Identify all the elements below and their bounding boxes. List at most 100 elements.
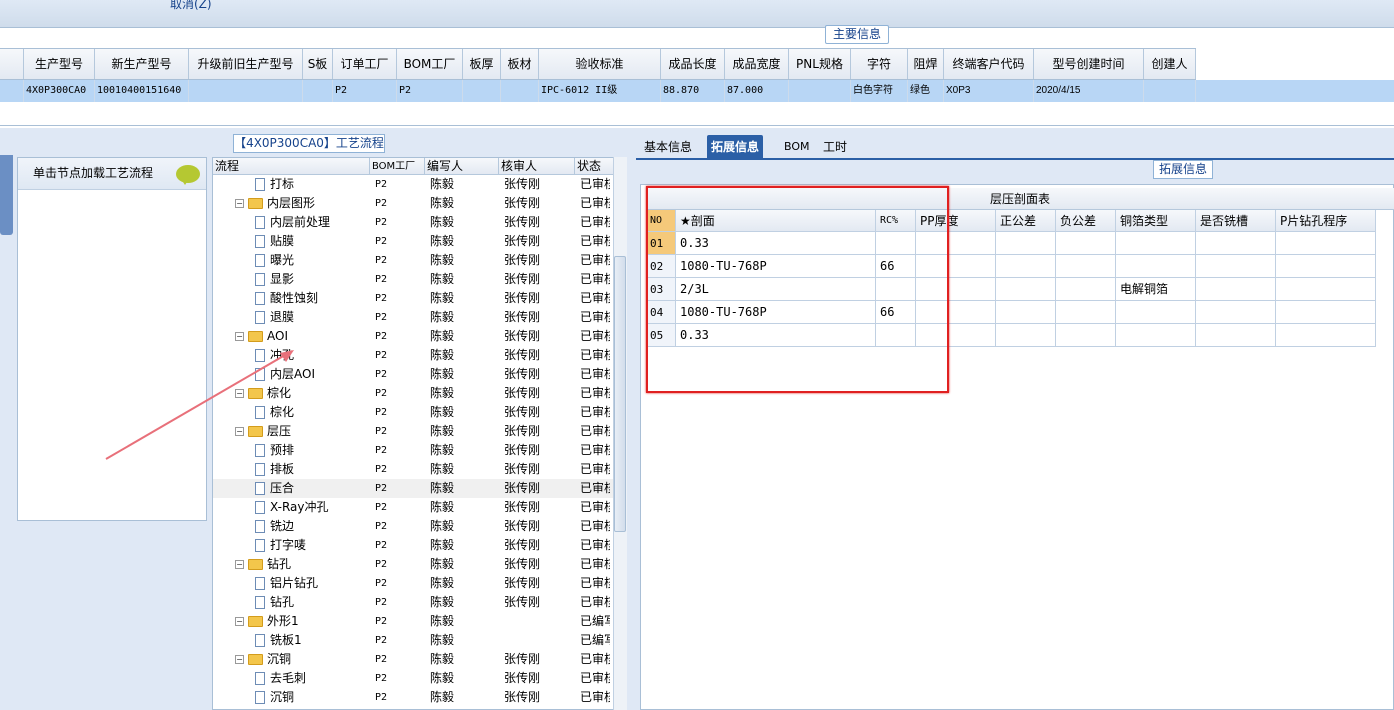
collapse-icon[interactable]: − — [235, 332, 244, 341]
main-cell[interactable]: P2 — [333, 80, 397, 102]
tree-node[interactable]: 曝光 — [255, 251, 294, 270]
main-col-header[interactable]: 验收标准 — [539, 49, 661, 79]
main-cell[interactable]: IPC-6012 II级 — [539, 80, 661, 102]
tree-row[interactable]: 铝片钻孔 P2 陈毅 张传刚 已审核 — [213, 574, 613, 593]
tree-row[interactable]: 打字唛 P2 陈毅 张传刚 已审核 — [213, 536, 613, 555]
main-cell[interactable]: 绿色 — [908, 80, 944, 102]
grid-cell[interactable] — [1116, 301, 1196, 324]
tree-row[interactable]: 曝光 P2 陈毅 张传刚 已审核 — [213, 251, 613, 270]
collapse-icon[interactable]: − — [235, 560, 244, 569]
tree-row[interactable]: 压合 P2 陈毅 张传刚 已审核 — [213, 479, 613, 498]
tree-row[interactable]: − 沉铜 P2 陈毅 张传刚 已审核 — [213, 650, 613, 669]
tree-node[interactable]: 钻孔 — [255, 593, 294, 612]
tree-row[interactable]: 酸性蚀刻 P2 陈毅 张传刚 已审核 — [213, 289, 613, 308]
tree-node[interactable]: 铣板1 — [255, 631, 302, 650]
speech-bubble-icon[interactable] — [176, 165, 200, 185]
main-col-header[interactable]: PNL规格 — [789, 49, 851, 79]
tree-row[interactable]: 钻孔 P2 陈毅 张传刚 已审核 — [213, 593, 613, 612]
col-header-process[interactable]: 流程 — [213, 158, 370, 175]
collapse-icon[interactable]: − — [235, 199, 244, 208]
grid-cell[interactable] — [1116, 232, 1196, 255]
grid-cell[interactable] — [1276, 278, 1376, 301]
tree-node[interactable]: − 外形1 — [235, 612, 299, 631]
grid-cell[interactable] — [1056, 278, 1116, 301]
tree-node[interactable]: 内层前处理 — [255, 213, 330, 232]
col-header-bom[interactable]: BOM工厂 — [370, 158, 425, 175]
grid-cell[interactable] — [1056, 301, 1116, 324]
main-col-header[interactable]: 型号创建时间 — [1034, 49, 1144, 79]
tree-node[interactable]: 铣边 — [255, 517, 294, 536]
tree-row[interactable]: 内层前处理 P2 陈毅 张传刚 已审核 — [213, 213, 613, 232]
grid-cell[interactable] — [996, 301, 1056, 324]
main-col-header[interactable]: 新生产型号 — [95, 49, 189, 79]
main-cell[interactable]: 87.000 — [725, 80, 789, 102]
tree-row[interactable]: X-Ray冲孔 P2 陈毅 张传刚 已审核 — [213, 498, 613, 517]
tree-node[interactable]: 退膜 — [255, 308, 294, 327]
main-cell[interactable]: 4X0P300CA0 — [24, 80, 95, 102]
main-col-header[interactable]: 生产型号 — [24, 49, 95, 79]
main-col-header[interactable]: 阻焊 — [908, 49, 944, 79]
collapse-icon[interactable]: − — [235, 617, 244, 626]
tree-node[interactable]: 显影 — [255, 270, 294, 289]
tree-row[interactable]: 贴膜 P2 陈毅 张传刚 已审核 — [213, 232, 613, 251]
grid-cell[interactable] — [1056, 255, 1116, 278]
main-cell[interactable]: 白色字符 — [851, 80, 908, 102]
col-header-writer[interactable]: 编写人 — [425, 158, 499, 175]
main-col-header[interactable]: BOM工厂 — [397, 49, 463, 79]
grid-cell[interactable] — [996, 255, 1056, 278]
main-cell[interactable]: 2020/4/15 — [1034, 80, 1144, 102]
main-cell[interactable] — [303, 80, 333, 102]
main-cell[interactable]: 88.870 — [661, 80, 725, 102]
grid-cell[interactable] — [1116, 324, 1196, 347]
main-col-header[interactable]: S板 — [303, 49, 333, 79]
tree-row[interactable]: 显影 P2 陈毅 张传刚 已审核 — [213, 270, 613, 289]
main-cell[interactable] — [189, 80, 303, 102]
cancel-button[interactable]: 取消(Z) — [170, 0, 212, 12]
grid-cell[interactable] — [996, 324, 1056, 347]
main-col-header[interactable]: 成品宽度 — [725, 49, 789, 79]
tree-node[interactable]: 打字唛 — [255, 536, 306, 555]
main-table-row[interactable]: 4X0P300CA0 10010400151640 P2 P2 IPC-6012 II级… — [0, 80, 1394, 102]
row-selector[interactable] — [0, 80, 24, 102]
tab-extended-info[interactable]: 拓展信息 — [707, 135, 764, 159]
grid-cell[interactable] — [996, 232, 1056, 255]
tree-node[interactable]: − 内层图形 — [235, 194, 315, 213]
grid-cell[interactable] — [1056, 232, 1116, 255]
grid-cell[interactable] — [1116, 255, 1196, 278]
collapse-icon[interactable]: − — [235, 655, 244, 664]
main-cell[interactable] — [463, 80, 501, 102]
row-selector-corner[interactable] — [0, 49, 24, 79]
grid-cell[interactable] — [1196, 232, 1276, 255]
tree-node[interactable]: − AOI — [235, 327, 288, 346]
col-header-status[interactable]: 状态 — [575, 158, 615, 175]
main-cell[interactable]: 10010400151640 — [95, 80, 189, 102]
tree-row[interactable]: − AOI P2 陈毅 张传刚 已审核 — [213, 327, 613, 346]
tab-basic-info[interactable]: 基本信息 — [640, 135, 696, 159]
grid-cell[interactable] — [1196, 324, 1276, 347]
grid-cell[interactable] — [1276, 232, 1376, 255]
tree-node[interactable]: 沉铜 — [255, 688, 294, 707]
tree-row[interactable]: − 外形1 P2 陈毅 已编写 — [213, 612, 613, 631]
grid-col-header[interactable]: 正公差 — [996, 210, 1056, 232]
main-col-header[interactable]: 订单工厂 — [333, 49, 397, 79]
tree-row[interactable]: 去毛刺 P2 陈毅 张传刚 已审核 — [213, 669, 613, 688]
tree-scroll-thumb[interactable] — [614, 256, 626, 532]
tree-node[interactable]: 压合 — [255, 479, 294, 498]
main-cell[interactable] — [789, 80, 851, 102]
tab-work-hours[interactable]: 工时 — [819, 135, 851, 159]
tree-node[interactable]: 打标 — [255, 175, 294, 194]
side-tab-process-structure[interactable] — [0, 155, 13, 235]
main-col-header[interactable]: 板材 — [501, 49, 539, 79]
tree-row[interactable]: 铣板1 P2 陈毅 已编写 — [213, 631, 613, 650]
grid-cell[interactable] — [1276, 301, 1376, 324]
grid-col-header[interactable]: P片钻孔程序 — [1276, 210, 1376, 232]
tree-node[interactable]: − 钻孔 — [235, 555, 291, 574]
grid-col-header[interactable]: 负公差 — [1056, 210, 1116, 232]
main-cell[interactable]: P2 — [397, 80, 463, 102]
tree-node[interactable]: X-Ray冲孔 — [255, 498, 328, 517]
grid-cell[interactable] — [1276, 255, 1376, 278]
main-cell[interactable] — [1144, 80, 1196, 102]
main-cell[interactable]: X0P3 — [944, 80, 1034, 102]
grid-cell[interactable] — [1196, 278, 1276, 301]
tree-node[interactable]: 贴膜 — [255, 232, 294, 251]
